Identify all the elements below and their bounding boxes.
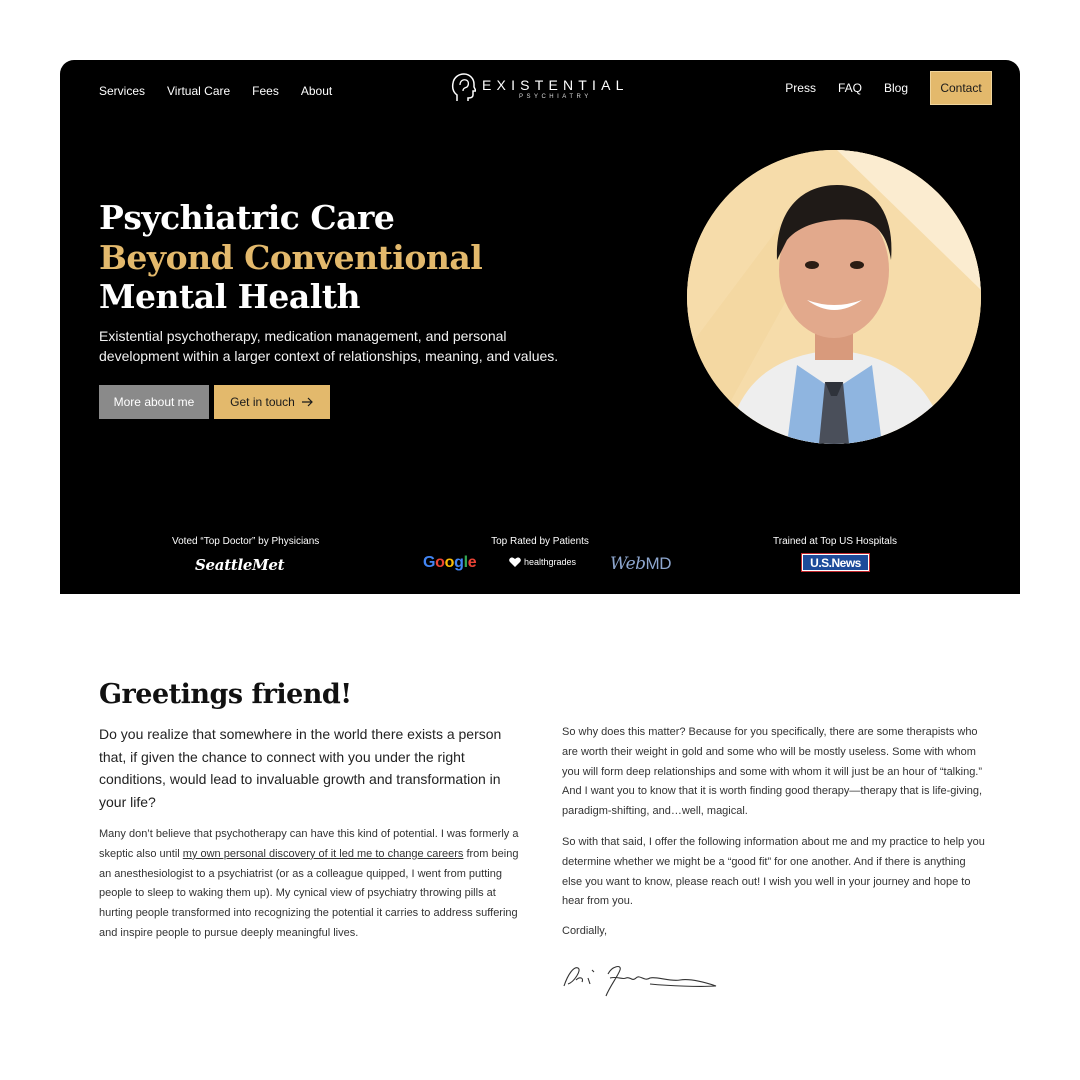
webmd-md: MD bbox=[645, 554, 672, 573]
nav-fees[interactable]: Fees bbox=[252, 84, 279, 98]
career-text-end: from being an anesthesiologist to a psyc… bbox=[99, 847, 519, 939]
nav-about[interactable]: About bbox=[301, 84, 332, 98]
lead-paragraph: Do you realize that somewhere in the wor… bbox=[99, 726, 502, 810]
trained-top-hospitals-label: Trained at Top US Hospitals bbox=[773, 536, 897, 547]
nav-left: Services Virtual Care Fees About bbox=[99, 84, 332, 98]
google-logo: Google bbox=[423, 554, 477, 571]
headline-line-1: Psychiatric Care bbox=[99, 198, 395, 237]
hero-headline: Psychiatric Care Beyond Conventional Men… bbox=[99, 198, 483, 317]
doctor-portrait bbox=[687, 150, 981, 444]
usnews-logo: U.S.News bbox=[801, 553, 870, 572]
get-in-touch-button[interactable]: Get in touch bbox=[214, 385, 330, 419]
brand-logo[interactable]: EXISTENTIAL PSYCHIATRY bbox=[450, 73, 629, 103]
career-change-link[interactable]: my own personal discovery of it led me t… bbox=[183, 848, 464, 860]
greeting-heading: Greetings friend! bbox=[99, 679, 352, 710]
brand-name: EXISTENTIAL bbox=[482, 76, 629, 93]
nav-virtual-care[interactable]: Virtual Care bbox=[167, 84, 230, 98]
arrow-right-icon bbox=[301, 397, 313, 407]
hero-section: Services Virtual Care Fees About EXISTEN… bbox=[60, 60, 1020, 594]
nav-services[interactable]: Services bbox=[99, 84, 145, 98]
brand-subtitle: PSYCHIATRY bbox=[518, 93, 592, 100]
why-matter-paragraph: So why does this matter? Because for you… bbox=[562, 726, 983, 818]
nav-faq[interactable]: FAQ bbox=[838, 81, 862, 95]
nav-blog[interactable]: Blog bbox=[884, 81, 908, 95]
headline-line-2: Beyond Conventional bbox=[99, 237, 483, 277]
voted-top-doctor-label: Voted “Top Doctor” by Physicians bbox=[172, 536, 320, 547]
healthgrades-logo: healthgrades bbox=[509, 557, 576, 567]
closing-text: Cordially, bbox=[562, 925, 608, 937]
signature-image bbox=[563, 965, 717, 997]
nav-right: Press FAQ Blog Contact bbox=[785, 71, 992, 105]
webmd-web: Web bbox=[610, 554, 646, 574]
head-silhouette-logo-icon bbox=[451, 73, 476, 101]
healthgrades-text: healthgrades bbox=[524, 557, 577, 567]
nav-press[interactable]: Press bbox=[785, 81, 816, 95]
career-paragraph: Many don’t believe that psychotherapy ca… bbox=[99, 825, 524, 944]
hero-description: Existential psychotherapy, medication ma… bbox=[99, 328, 559, 364]
webmd-logo: WebMD bbox=[610, 554, 671, 574]
good-fit-paragraph: So with that said, I offer the following… bbox=[562, 836, 985, 908]
seattlemet-logo: SeattleMet bbox=[195, 556, 285, 574]
top-rated-label: Top Rated by Patients bbox=[491, 536, 589, 547]
more-about-me-button[interactable]: More about me bbox=[99, 385, 209, 419]
headline-line-3: Mental Health bbox=[99, 277, 361, 316]
heart-icon bbox=[509, 557, 521, 567]
get-in-touch-label: Get in touch bbox=[230, 395, 295, 409]
page-frame: Services Virtual Care Fees About EXISTEN… bbox=[56, 56, 1024, 1024]
contact-button[interactable]: Contact bbox=[930, 71, 992, 105]
